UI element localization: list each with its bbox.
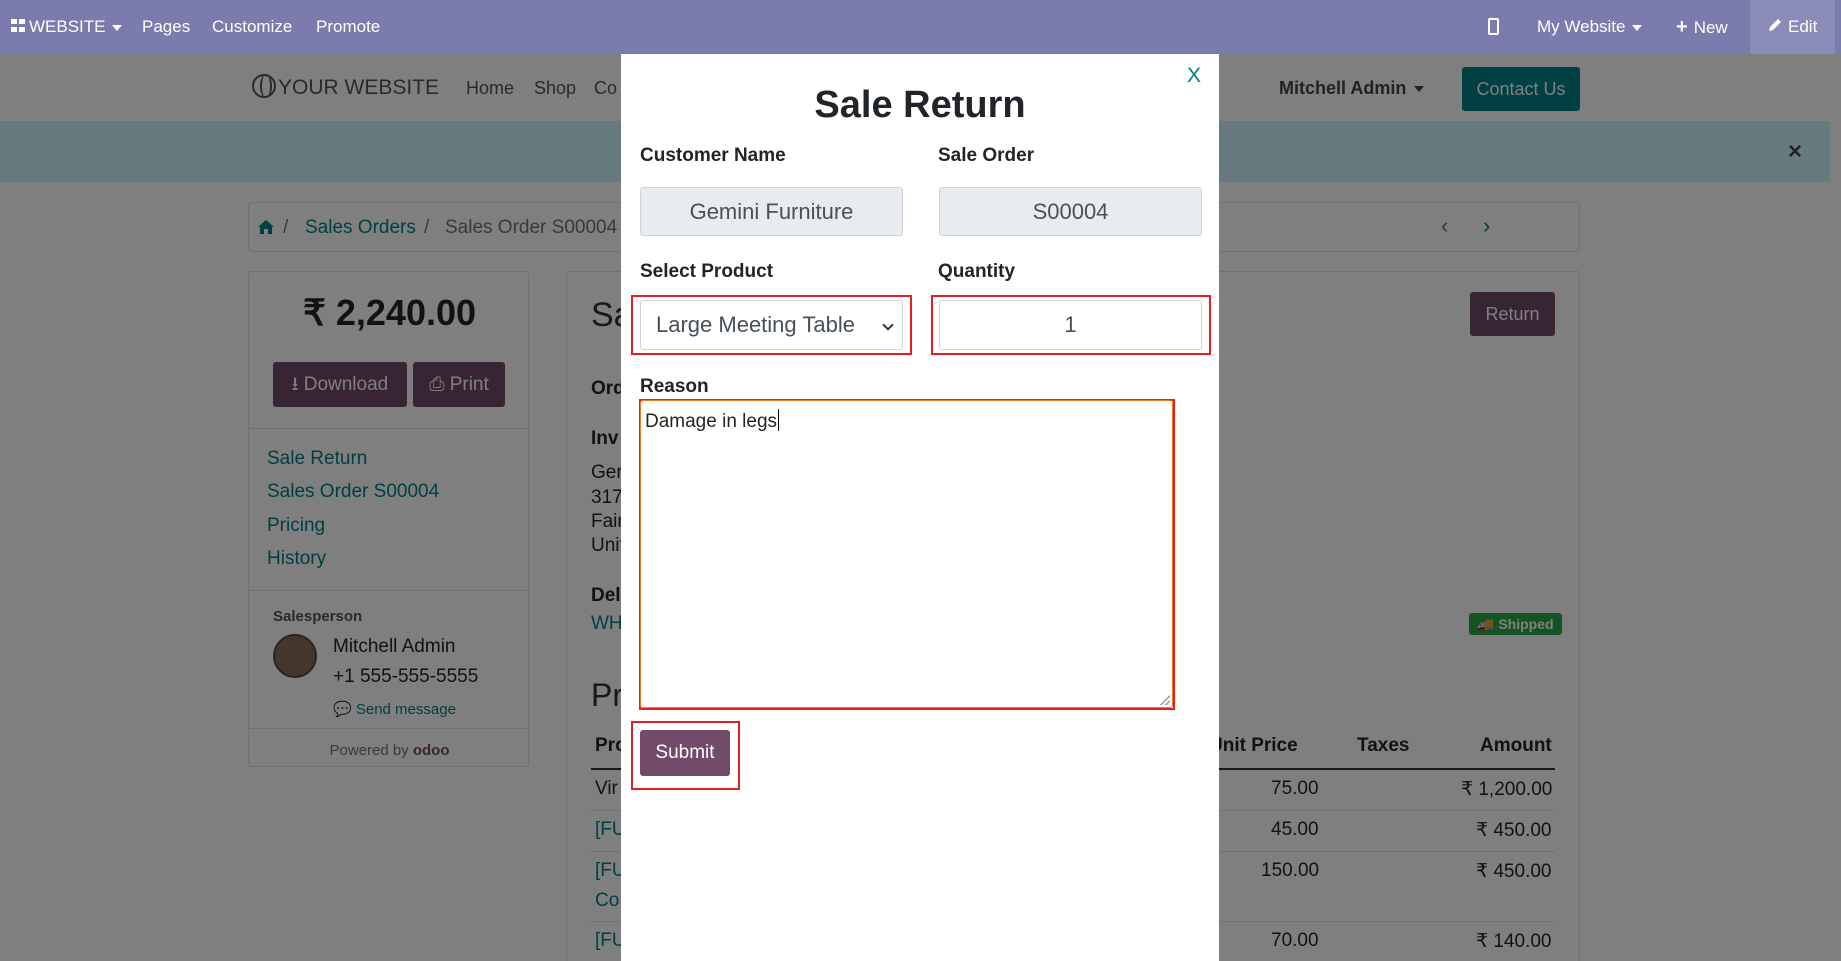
- apps-grid-icon: [11, 1, 26, 32]
- website-menu-label: WEBSITE: [29, 17, 106, 36]
- pages-menu[interactable]: Pages: [142, 0, 190, 54]
- my-website-label: My Website: [1537, 17, 1626, 36]
- customer-name-field[interactable]: Gemini Furniture: [640, 187, 903, 236]
- new-button[interactable]: + New: [1676, 0, 1728, 54]
- reason-text: Damage in legs: [645, 411, 778, 432]
- edit-label: Edit: [1788, 17, 1818, 36]
- chevron-down-icon: [882, 319, 894, 331]
- quantity-label: Quantity: [938, 261, 1016, 282]
- reason-textarea[interactable]: Damage in legs: [640, 400, 1173, 708]
- resize-handle-icon[interactable]: [1160, 695, 1170, 705]
- text-cursor: [778, 409, 780, 431]
- customize-menu[interactable]: Customize: [212, 0, 292, 54]
- mobile-icon: [1488, 18, 1499, 35]
- chevron-down-icon: [111, 24, 122, 31]
- product-select-value: Large Meeting Table: [656, 312, 855, 337]
- mobile-preview-button[interactable]: [1488, 0, 1499, 54]
- sale-return-modal: X Sale Return Customer Name Sale Order G…: [621, 54, 1219, 961]
- quantity-field[interactable]: 1: [939, 300, 1202, 350]
- modal-title: Sale Return: [814, 84, 1026, 126]
- select-product-label: Select Product: [640, 261, 774, 282]
- sale-order-label: Sale Order: [938, 145, 1035, 166]
- admin-bar: WEBSITE Pages Customize Promote My Websi…: [0, 0, 1841, 54]
- product-select[interactable]: Large Meeting Table: [640, 300, 903, 350]
- edit-button[interactable]: Edit: [1750, 0, 1836, 54]
- reason-label: Reason: [640, 376, 709, 397]
- pencil-icon: [1768, 0, 1782, 54]
- chevron-down-icon: [1631, 24, 1642, 31]
- promote-menu[interactable]: Promote: [316, 0, 380, 54]
- sale-order-field[interactable]: S00004: [939, 187, 1202, 236]
- my-website-menu[interactable]: My Website: [1537, 0, 1642, 54]
- customer-name-label: Customer Name: [640, 145, 786, 166]
- submit-button[interactable]: Submit: [640, 730, 730, 776]
- plus-icon: +: [1676, 16, 1688, 38]
- website-menu[interactable]: WEBSITE: [11, 0, 122, 54]
- new-label: New: [1693, 18, 1728, 37]
